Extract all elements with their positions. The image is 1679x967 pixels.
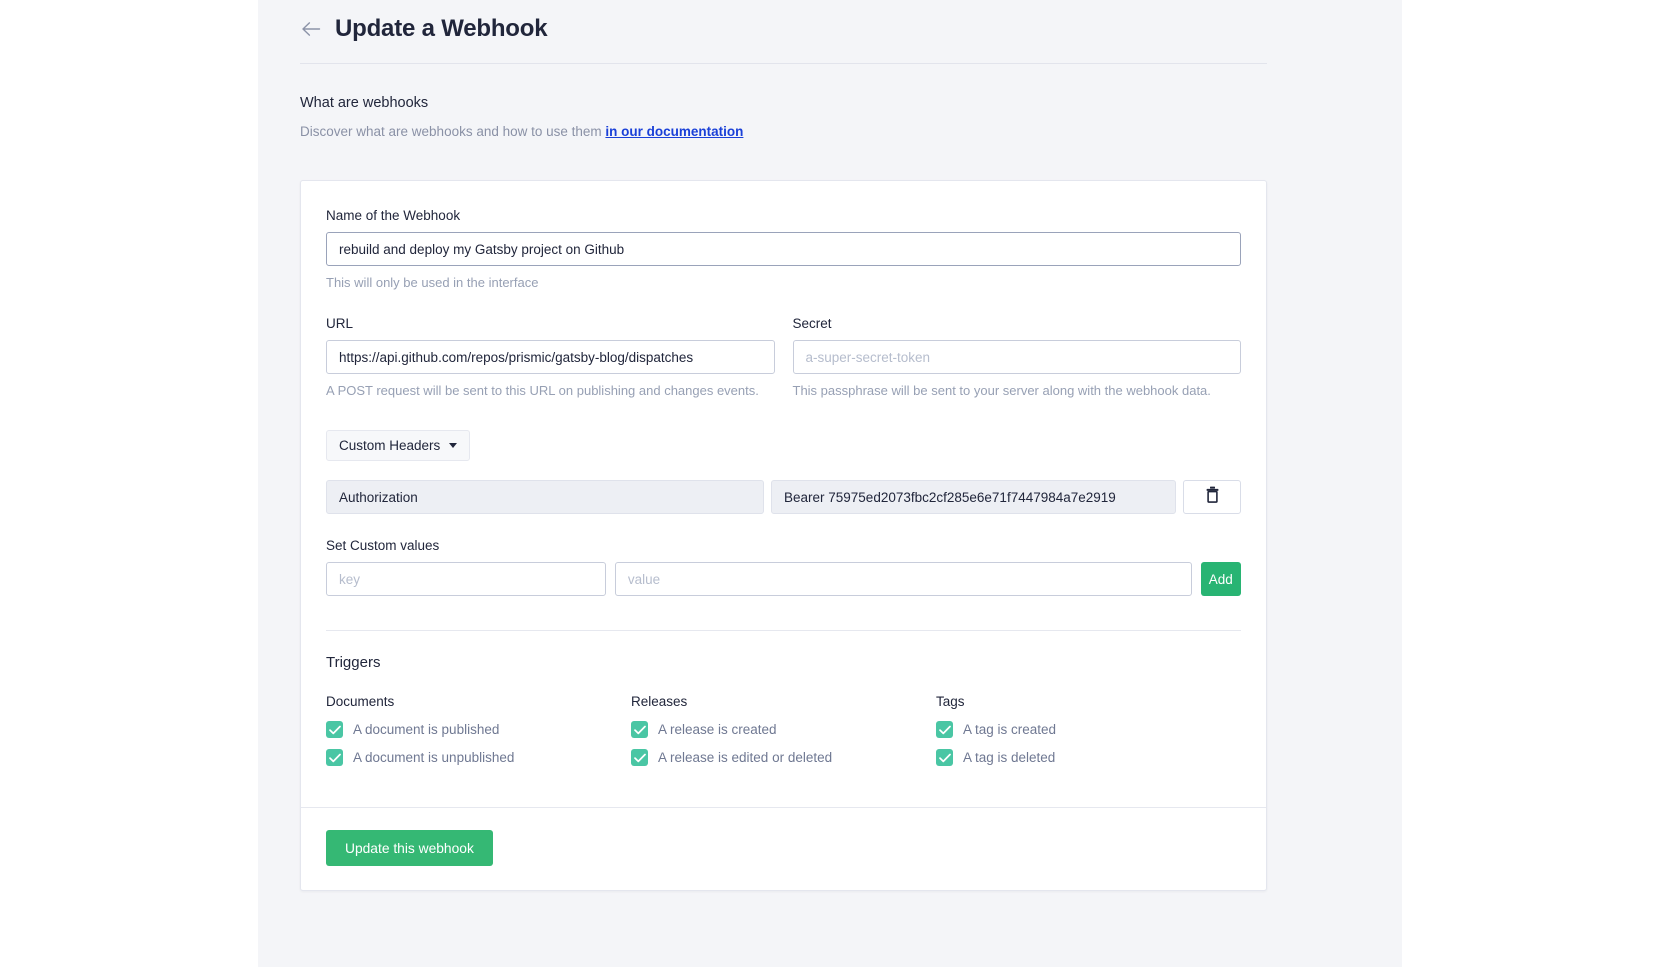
delete-header-button[interactable] — [1183, 480, 1241, 514]
checkbox-checked-icon[interactable] — [326, 749, 343, 766]
intro-title: What are webhooks — [300, 95, 1310, 111]
custom-headers-section: Custom Headers Authorization Bearer 7597… — [326, 430, 1241, 514]
trigger-checkbox-row[interactable]: A release is edited or deleted — [631, 749, 936, 766]
checkbox-checked-icon[interactable] — [631, 721, 648, 738]
page-content: Update a Webhook What are webhooks Disco… — [300, 0, 1310, 891]
update-webhook-button[interactable]: Update this webhook — [326, 830, 493, 866]
webhook-form-body: Name of the Webhook This will only be us… — [301, 181, 1266, 807]
documentation-link[interactable]: in our documentation — [605, 124, 743, 139]
trigger-label: A document is published — [353, 722, 499, 737]
webhook-url-input[interactable] — [326, 340, 775, 374]
custom-values-label: Set Custom values — [326, 538, 1241, 553]
trigger-checkbox-row[interactable]: A document is published — [326, 721, 631, 738]
url-secret-row: URL A POST request will be sent to this … — [326, 316, 1241, 398]
custom-values-section: Set Custom values Add — [326, 538, 1241, 596]
triggers-column-title: Releases — [631, 694, 936, 709]
page-title: Update a Webhook — [335, 17, 547, 41]
custom-headers-toggle[interactable]: Custom Headers — [326, 430, 470, 461]
triggers-divider — [326, 630, 1241, 631]
intro-description: Discover what are webhooks and how to us… — [300, 124, 1310, 139]
trigger-label: A document is unpublished — [353, 750, 514, 765]
checkbox-checked-icon[interactable] — [936, 721, 953, 738]
workspace: Update a Webhook What are webhooks Disco… — [258, 0, 1402, 967]
trigger-checkbox-row[interactable]: A document is unpublished — [326, 749, 631, 766]
trigger-label: A release is created — [658, 722, 777, 737]
checkbox-checked-icon[interactable] — [631, 749, 648, 766]
trigger-checkbox-row[interactable]: A tag is deleted — [936, 749, 1241, 766]
triggers-grid: Documents A document is published — [326, 694, 1241, 807]
custom-value-value-input[interactable] — [615, 562, 1192, 596]
webhook-secret-input[interactable] — [793, 340, 1242, 374]
secret-field-help: This passphrase will be sent to your ser… — [793, 383, 1242, 398]
trash-icon — [1205, 486, 1220, 508]
secret-field-label: Secret — [793, 316, 1242, 331]
triggers-title: Triggers — [326, 654, 1241, 671]
url-field-help: A POST request will be sent to this URL … — [326, 383, 775, 398]
custom-value-key-input[interactable] — [326, 562, 606, 596]
custom-header-value[interactable]: Bearer 75975ed2073fbc2cf285e6e71f7447984… — [771, 480, 1176, 514]
trigger-label: A release is edited or deleted — [658, 750, 832, 765]
intro-section: What are webhooks Discover what are webh… — [300, 64, 1310, 139]
triggers-column-releases: Releases A release is created — [631, 694, 936, 777]
name-field-label: Name of the Webhook — [326, 208, 1241, 223]
trigger-label: A tag is created — [963, 722, 1056, 737]
triggers-column-title: Documents — [326, 694, 631, 709]
arrow-left-icon[interactable] — [300, 18, 322, 40]
chevron-down-icon — [449, 443, 457, 448]
custom-values-row: Add — [326, 562, 1241, 596]
custom-header-key[interactable]: Authorization — [326, 480, 764, 514]
trigger-checkbox-row[interactable]: A release is created — [631, 721, 936, 738]
intro-description-text: Discover what are webhooks and how to us… — [300, 124, 605, 139]
app-root: Update a Webhook What are webhooks Disco… — [0, 0, 1679, 967]
trigger-label: A tag is deleted — [963, 750, 1055, 765]
checkbox-checked-icon[interactable] — [326, 721, 343, 738]
custom-headers-toggle-label: Custom Headers — [339, 438, 440, 453]
card-footer: Update this webhook — [301, 807, 1266, 890]
secret-field-group: Secret This passphrase will be sent to y… — [793, 316, 1242, 398]
name-field-help: This will only be used in the interface — [326, 275, 1241, 290]
add-custom-value-button[interactable]: Add — [1201, 562, 1241, 596]
custom-header-row: Authorization Bearer 75975ed2073fbc2cf28… — [326, 480, 1241, 514]
url-field-group: URL A POST request will be sent to this … — [326, 316, 775, 398]
webhook-name-input[interactable] — [326, 232, 1241, 266]
trigger-checkbox-row[interactable]: A tag is created — [936, 721, 1241, 738]
webhook-form-card: Name of the Webhook This will only be us… — [300, 180, 1267, 891]
checkbox-checked-icon[interactable] — [936, 749, 953, 766]
triggers-column-title: Tags — [936, 694, 1241, 709]
name-field-group: Name of the Webhook This will only be us… — [326, 208, 1241, 290]
triggers-column-documents: Documents A document is published — [326, 694, 631, 777]
triggers-column-tags: Tags A tag is created — [936, 694, 1241, 777]
url-field-label: URL — [326, 316, 775, 331]
page-header: Update a Webhook — [300, 0, 1310, 56]
